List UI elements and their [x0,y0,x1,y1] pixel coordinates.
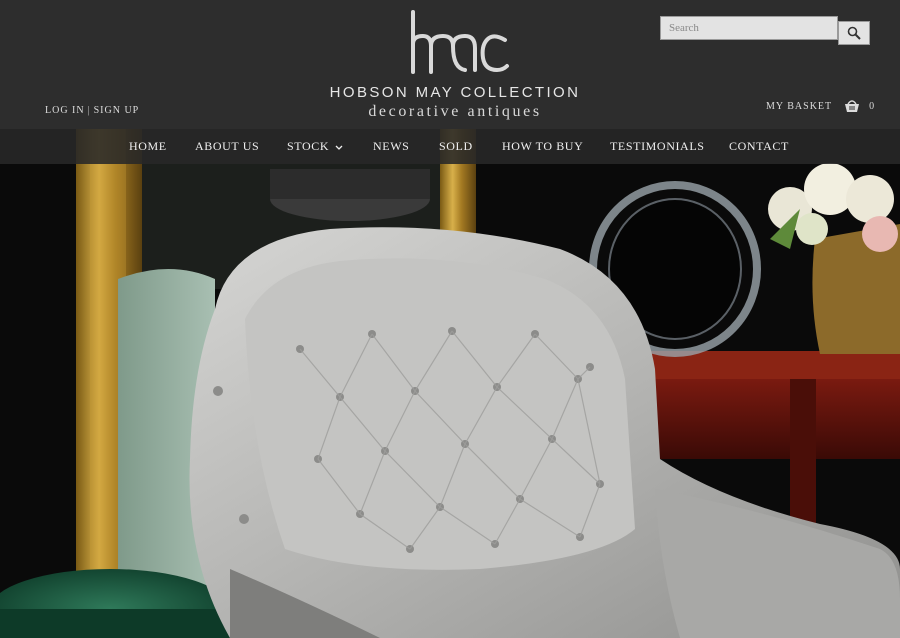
brand-logo[interactable]: HOBSON MAY COLLECTION decorative antique… [310,8,600,126]
search-input[interactable] [660,16,838,40]
nav-item-how-to-buy[interactable]: HOW TO BUY [502,129,583,164]
account-links: LOG IN | SIGN UP [45,105,139,116]
account-separator: | [87,105,91,116]
nav-item-about-us[interactable]: ABOUT US [195,129,259,164]
basket[interactable]: MY BASKET 0 [766,96,875,116]
nav-item-testimonials[interactable]: TESTIMONIALS [610,129,705,164]
search-icon [847,26,861,40]
search-form [660,16,870,45]
nav-item-home[interactable]: HOME [129,129,167,164]
login-link[interactable]: LOG IN [45,105,85,116]
signup-link[interactable]: SIGN UP [94,105,140,116]
search-button[interactable] [838,21,870,45]
basket-count: 0 [869,100,876,112]
nav-item-stock-label: STOCK [287,139,330,153]
basket-icon[interactable] [844,99,860,113]
nav-item-contact[interactable]: CONTACT [729,129,789,164]
basket-label[interactable]: MY BASKET [766,101,832,112]
monogram-logo-icon [411,10,509,74]
chevron-down-icon [335,130,343,165]
nav-item-news[interactable]: NEWS [373,129,409,164]
brand-name: HOBSON MAY COLLECTION [329,84,581,101]
site-header: HOBSON MAY COLLECTION decorative antique… [0,0,900,129]
main-nav: HOME ABOUT US STOCK NEWS SOLD HOW TO BUY… [0,129,900,164]
nav-item-stock[interactable]: STOCK [287,129,343,164]
nav-item-sold[interactable]: SOLD [439,129,473,164]
hero-image [0,129,900,638]
brand-tagline: decorative antiques [368,103,542,120]
